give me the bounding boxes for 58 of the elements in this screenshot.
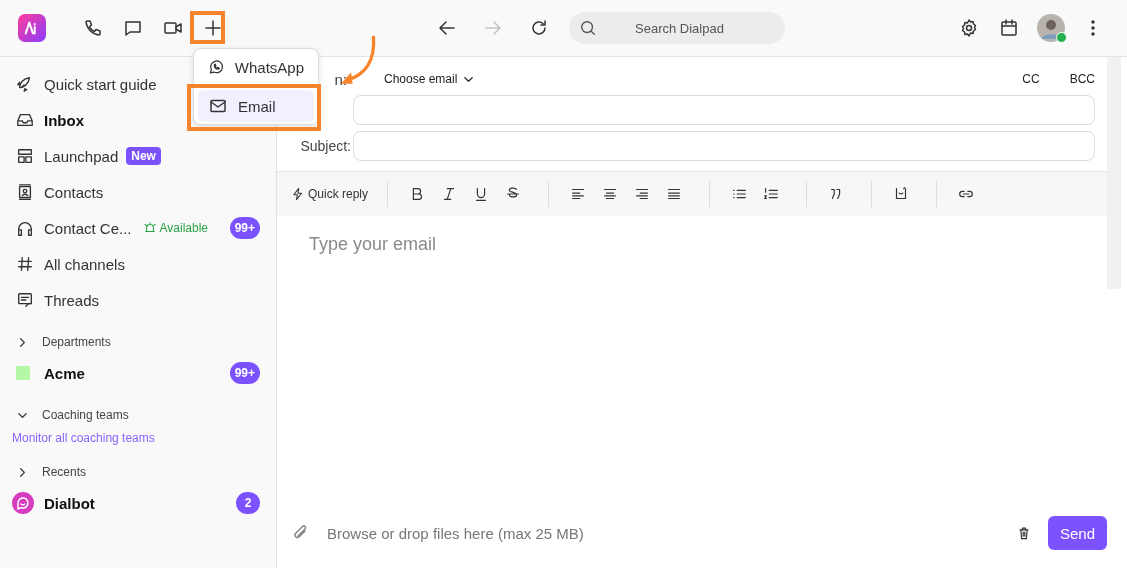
to-field[interactable] xyxy=(353,95,1095,125)
section-header[interactable]: Coaching teams xyxy=(0,402,276,428)
section-title: Recents xyxy=(42,465,87,479)
section-header[interactable]: Departments xyxy=(0,329,276,355)
item-label: Launchpad xyxy=(44,147,119,165)
lightning-icon xyxy=(291,187,305,201)
launchpad-icon xyxy=(16,147,34,165)
item-label: Quick start guide xyxy=(44,75,157,93)
section-header[interactable]: Recents xyxy=(0,459,276,485)
send-button[interactable]: Send xyxy=(1047,516,1107,550)
cc-button[interactable]: CC xyxy=(1022,72,1040,86)
section-title: Departments xyxy=(42,335,111,349)
from-label: n: xyxy=(333,70,347,88)
monitor-link[interactable]: Monitor all coaching teams xyxy=(0,428,276,448)
threads-icon xyxy=(16,291,34,309)
section-title: Coaching teams xyxy=(42,408,129,422)
contacts-icon xyxy=(16,183,34,201)
highlight-frame xyxy=(190,11,225,44)
sidebar-item[interactable]: Contact Ce... Available 99+ xyxy=(0,210,276,246)
new-tag: New xyxy=(126,147,161,165)
sidebar-item[interactable]: Acme 99+ xyxy=(0,355,276,391)
availability-status: Available xyxy=(143,221,209,235)
item-label: Contact Ce... xyxy=(44,219,132,237)
sidebar-item[interactable]: Threads xyxy=(0,282,276,318)
search-icon xyxy=(579,19,597,37)
user-avatar[interactable] xyxy=(1037,14,1065,42)
menu-item[interactable]: WhatsApp xyxy=(198,51,314,83)
bcc-button[interactable]: BCC xyxy=(1069,72,1095,86)
item-label: Dialbot xyxy=(44,494,95,512)
item-label: Contacts xyxy=(44,183,104,201)
menu-item[interactable]: Email xyxy=(198,90,314,122)
hash-icon xyxy=(16,255,34,273)
calendar-icon[interactable] xyxy=(998,17,1020,39)
app-logo-icon[interactable] xyxy=(18,14,46,42)
sidebar-item[interactable]: Dialbot 2 xyxy=(0,485,276,521)
sidebar-item[interactable]: Contacts xyxy=(0,174,276,210)
alarm-bell-icon xyxy=(143,222,156,234)
scrollbar[interactable] xyxy=(1107,57,1121,289)
unread-count: 2 xyxy=(236,492,260,514)
unread-count: 99+ xyxy=(229,217,260,239)
plus-icon[interactable] xyxy=(202,17,224,39)
subject-label: Subject: xyxy=(300,138,351,154)
item-label: Acme xyxy=(44,364,85,382)
whatsapp-icon xyxy=(208,57,225,77)
unread-count: 99+ xyxy=(229,362,260,384)
sidebar-item[interactable]: All channels xyxy=(0,246,276,282)
item-label: Threads xyxy=(44,291,100,309)
headset-icon xyxy=(16,219,34,237)
subject-field[interactable] xyxy=(353,131,1095,161)
phone-icon[interactable] xyxy=(82,17,104,39)
bot-avatar-icon xyxy=(12,492,34,514)
choose-email-dropdown[interactable]: Choose email xyxy=(384,72,475,86)
quick-reply-button[interactable]: Quick reply xyxy=(291,187,369,201)
inbox-icon xyxy=(16,111,34,129)
sidebar-item[interactable]: Launchpad New xyxy=(0,138,276,174)
search-field[interactable]: Search Dialpad xyxy=(569,12,785,44)
item-label: Inbox xyxy=(44,111,84,129)
item-label: All channels xyxy=(44,255,125,273)
